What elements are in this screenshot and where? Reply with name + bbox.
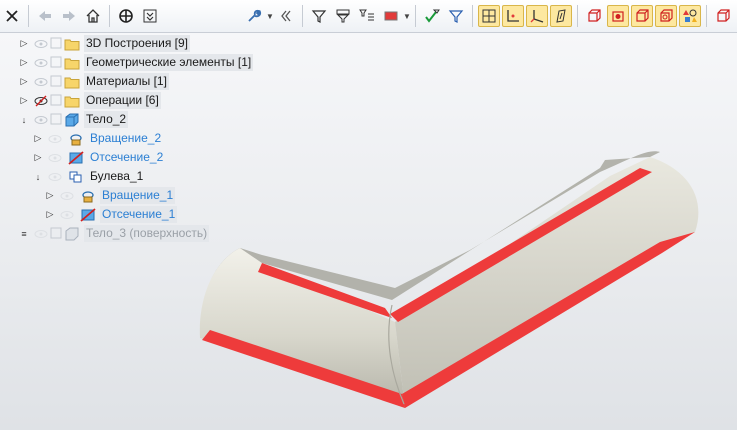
checkbox-icon[interactable] — [50, 75, 62, 89]
boolean-icon — [68, 170, 84, 184]
cut-icon — [68, 150, 84, 165]
solid-red-icon[interactable] — [607, 5, 629, 27]
tree-item-label: Отсечение_2 — [90, 150, 164, 164]
toolbar-separator — [415, 5, 416, 27]
eye-icon[interactable] — [34, 76, 48, 88]
axis-icon[interactable] — [502, 5, 524, 27]
toolbar: ▼ ▼ — [0, 0, 737, 33]
folder-icon — [64, 37, 80, 51]
tree-item-label: Тело_3 (поверхность) — [84, 225, 210, 242]
tree-item[interactable]: ▷ 3D Построения [9] — [18, 34, 190, 53]
color-rect-icon[interactable] — [380, 5, 402, 27]
expand-icon[interactable]: ▷ — [32, 133, 44, 145]
checkbox-icon[interactable] — [50, 94, 62, 108]
forward-arrow-icon[interactable] — [58, 5, 80, 27]
tree-item[interactable]: ▷ Геометрические элементы [1] — [18, 53, 254, 72]
solid-icon[interactable] — [583, 5, 605, 27]
tree-item[interactable]: ▷ Вращение_2 — [32, 129, 163, 148]
tree-item-label: Операции [6] — [84, 92, 161, 109]
tree-item-label: 3D Построения [9] — [84, 35, 190, 52]
expand-icon[interactable]: ▷ — [18, 76, 30, 88]
tree-item-label: Отсечение_1 — [100, 206, 178, 223]
check-filter-icon[interactable] — [421, 5, 443, 27]
back-arrow-icon[interactable] — [34, 5, 56, 27]
solid-icon-3[interactable] — [655, 5, 677, 27]
eye-icon[interactable] — [34, 38, 48, 50]
double-chevron-left-icon[interactable] — [275, 5, 297, 27]
tree-item[interactable]: ↓ Тело_2 — [18, 110, 129, 129]
surface-icon — [64, 227, 80, 241]
tree-item-label: Геометрические элементы [1] — [84, 54, 254, 71]
eye-icon[interactable] — [48, 171, 62, 183]
toolbar-separator — [706, 5, 707, 27]
tree-item-label: Вращение_1 — [100, 187, 176, 204]
collapse-icon[interactable] — [139, 5, 161, 27]
folder-icon — [64, 94, 80, 108]
tree-item[interactable]: ▷ Материалы [1] — [18, 72, 169, 91]
target-icon[interactable] — [115, 5, 137, 27]
expand-icon[interactable]: ▷ — [18, 38, 30, 50]
folder-icon — [64, 56, 80, 70]
eye-icon[interactable] — [48, 133, 62, 145]
eye-icon[interactable] — [60, 190, 74, 202]
tree-item[interactable]: ▷ Отсечение_2 — [32, 148, 165, 167]
tree-item[interactable]: ≡ Тело_3 (поверхность) — [18, 224, 210, 243]
toolbar-separator — [28, 5, 29, 27]
filter-icon[interactable] — [308, 5, 330, 27]
solid-icon-2[interactable] — [631, 5, 653, 27]
eye-icon[interactable] — [34, 228, 48, 240]
tree-item[interactable]: ▷ Операции [6] — [18, 91, 161, 110]
collapse-arrow-icon[interactable]: ↓ — [18, 114, 30, 126]
tree-item-label: Материалы [1] — [84, 73, 169, 90]
eye-icon[interactable] — [48, 152, 62, 164]
eye-icon[interactable] — [60, 209, 74, 221]
expand-icon[interactable]: ▷ — [18, 95, 30, 107]
tree-item[interactable]: ▷ Отсечение_1 — [44, 205, 178, 224]
checkbox-icon[interactable] — [50, 56, 62, 70]
toolbar-separator — [109, 5, 110, 27]
model-upper-body — [395, 157, 699, 408]
cut-icon — [80, 207, 96, 222]
chevron-down-icon[interactable]: ▼ — [266, 5, 274, 27]
eye-hidden-icon[interactable] — [34, 95, 48, 107]
grid-view-icon[interactable] — [478, 5, 500, 27]
filter-tree-icon[interactable] — [356, 5, 378, 27]
toolbar-separator — [577, 5, 578, 27]
tree-item-label: Вращение_2 — [90, 131, 162, 145]
revolve-icon — [80, 189, 96, 203]
axis-icon-2[interactable] — [526, 5, 548, 27]
collapse-arrow-icon[interactable]: ↓ — [32, 171, 44, 183]
menu-icon[interactable]: ≡ — [18, 228, 30, 240]
expand-icon[interactable]: ▷ — [44, 209, 56, 221]
sketch-icon[interactable] — [550, 5, 572, 27]
tree-item-label: Тело_2 — [84, 111, 129, 128]
toolbar-separator — [472, 5, 473, 27]
folder-icon — [64, 75, 80, 89]
filter-list-icon[interactable] — [332, 5, 354, 27]
shapes-icon[interactable] — [679, 5, 701, 27]
tree-item[interactable]: ▷ Вращение_1 — [44, 186, 176, 205]
expand-icon[interactable]: ▷ — [44, 190, 56, 202]
chevron-down-icon[interactable]: ▼ — [403, 5, 411, 27]
checkbox-icon[interactable] — [50, 227, 62, 241]
expand-icon[interactable]: ▷ — [32, 152, 44, 164]
toolbar-separator — [302, 5, 303, 27]
filter-icon-2[interactable] — [445, 5, 467, 27]
tree-item-label: Булева_1 — [90, 169, 144, 183]
body-cube-icon — [64, 113, 80, 127]
home-icon[interactable] — [82, 5, 104, 27]
expand-icon[interactable]: ▷ — [18, 57, 30, 69]
checkbox-icon[interactable] — [50, 37, 62, 51]
eye-icon[interactable] — [34, 114, 48, 126]
wrench-icon[interactable] — [243, 5, 265, 27]
close-icon[interactable] — [1, 5, 23, 27]
checkbox-icon[interactable] — [50, 113, 62, 127]
solid-icon-4[interactable] — [712, 5, 734, 27]
eye-icon[interactable] — [34, 57, 48, 69]
tree-item[interactable]: ↓ Булева_1 — [32, 167, 145, 186]
revolve-icon — [68, 132, 84, 146]
